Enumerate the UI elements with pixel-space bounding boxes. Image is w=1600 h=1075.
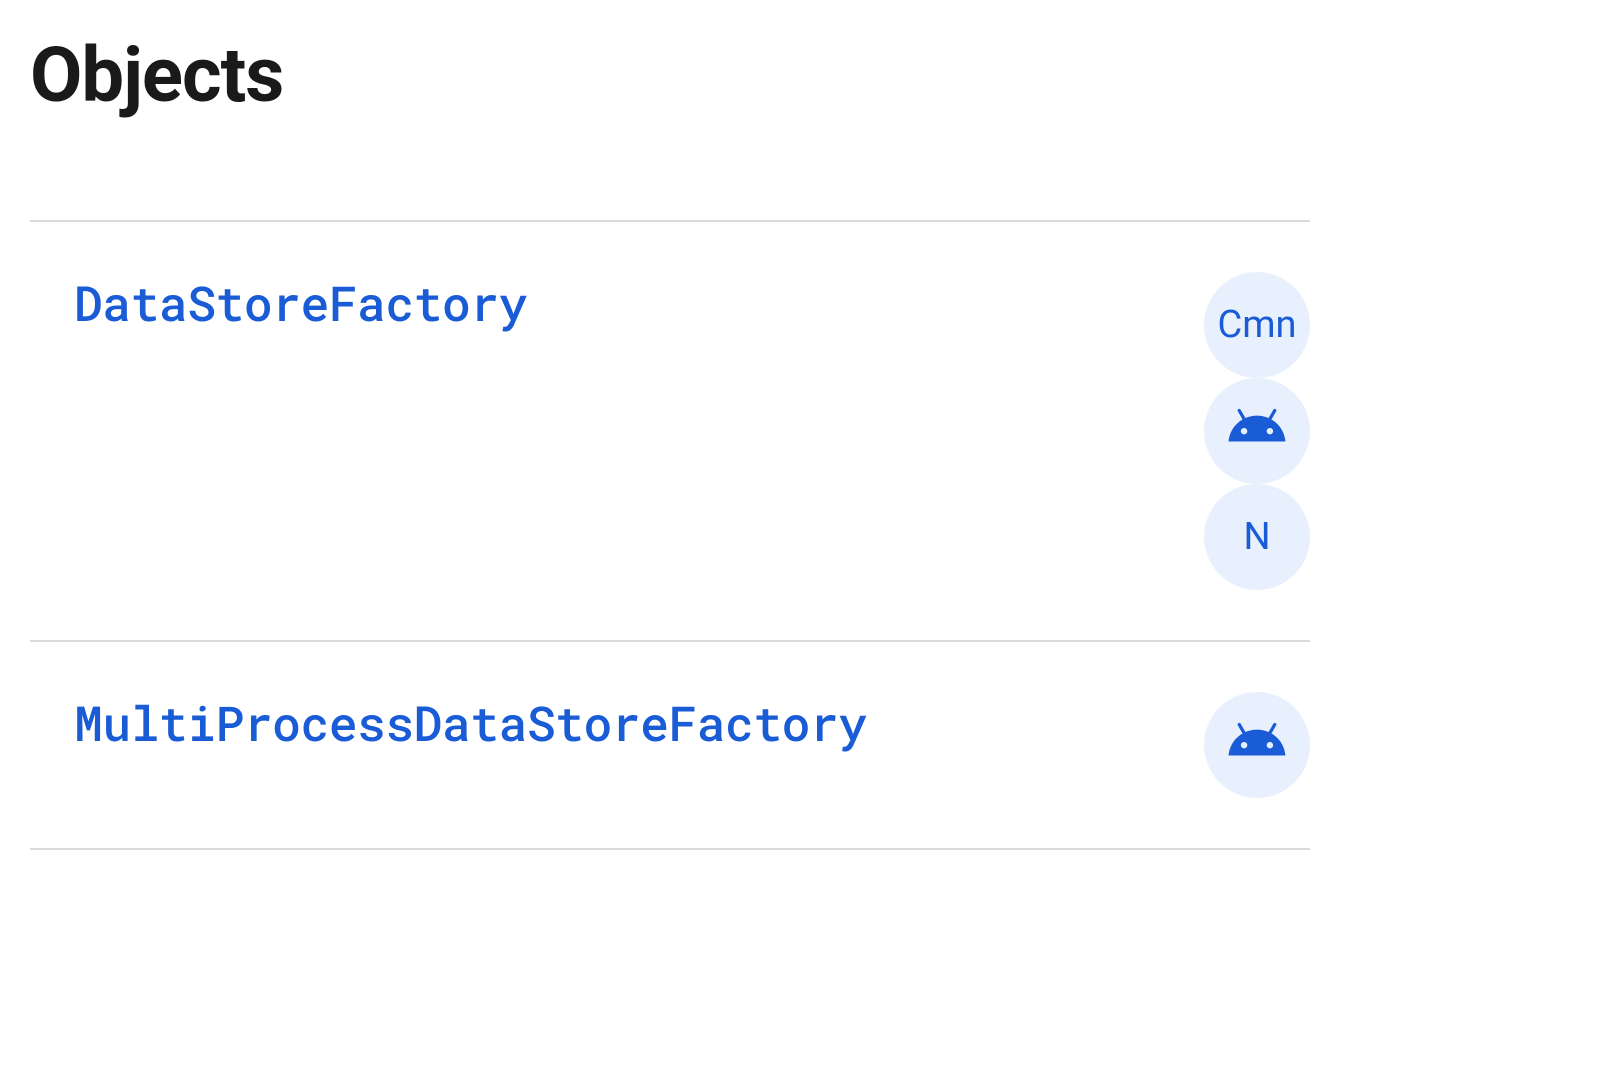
page-title: Objects [30,30,1310,120]
badge-label: Cmn [1217,303,1296,347]
badge-label: N [1243,515,1270,559]
platform-badge-android [1204,692,1310,798]
android-icon [1226,395,1288,467]
platform-badge-android [1204,378,1310,484]
objects-section: Objects DataStoreFactory Cmn N MultiProc… [30,30,1310,850]
android-icon [1226,709,1288,781]
platform-badge-native: N [1204,484,1310,590]
platform-badge-common: Cmn [1204,272,1310,378]
object-link-datastorefactory[interactable]: DataStoreFactory [74,272,527,335]
platform-badges [1204,692,1310,798]
object-row: MultiProcessDataStoreFactory [30,640,1310,850]
platform-badges: Cmn N [1204,272,1310,590]
object-link-multiprocessdatastorefactory[interactable]: MultiProcessDataStoreFactory [74,692,867,755]
object-row: DataStoreFactory Cmn N [30,220,1310,640]
